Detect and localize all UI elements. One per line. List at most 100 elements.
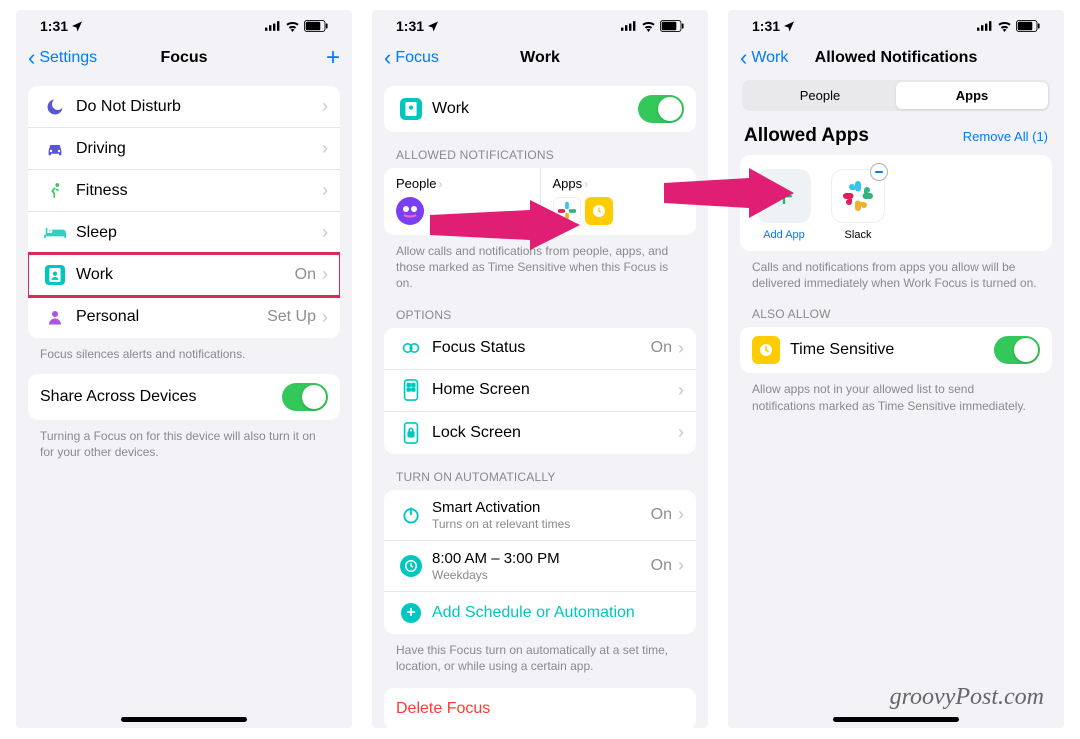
- location-icon: [427, 20, 439, 32]
- signal-icon: [621, 21, 637, 31]
- back-focus[interactable]: ‹ Focus: [384, 47, 439, 69]
- remove-all-button[interactable]: Remove All (1): [963, 129, 1048, 144]
- options-card: Focus Status On › Home Screen › Lock Scr…: [384, 328, 696, 454]
- screen-allowed-notifications: 1:31 ‹ Work Allowed Notifications People…: [728, 10, 1064, 728]
- delete-focus-button[interactable]: Delete Focus: [384, 688, 696, 728]
- status-bar: 1:31: [728, 10, 1064, 40]
- share-across-devices-row: Share Across Devices: [28, 374, 340, 420]
- page-title: Work: [520, 49, 560, 67]
- moon-icon: [40, 97, 70, 117]
- seg-apps[interactable]: Apps: [896, 82, 1048, 109]
- status-bar: 1:31: [372, 10, 708, 40]
- chevron-right-icon: ›: [322, 307, 328, 328]
- plus-circle-icon: +: [396, 603, 426, 623]
- home-screen-icon: [396, 379, 426, 401]
- focus-row-sleep[interactable]: Sleep ›: [28, 212, 340, 254]
- slack-icon: [553, 197, 581, 225]
- focus-row-dnd[interactable]: Do Not Disturb ›: [28, 86, 340, 128]
- badge-icon: [40, 265, 70, 285]
- share-toggle[interactable]: [282, 383, 328, 411]
- clock-time: 1:31: [752, 18, 780, 34]
- slack-tile[interactable]: Slack: [830, 169, 886, 241]
- battery-icon: [660, 20, 684, 32]
- auto-footnote: Have this Focus turn on automatically at…: [384, 634, 696, 674]
- allowed-footnote: Allow calls and notifications from peopl…: [384, 235, 696, 292]
- signal-icon: [265, 21, 281, 31]
- battery-icon: [1016, 20, 1040, 32]
- chevron-right-icon: ›: [322, 180, 328, 201]
- share-card: Share Across Devices: [28, 374, 340, 420]
- screen-focus-list: 1:31 ‹ Settings Focus + Do Not Disturb ›: [16, 10, 352, 728]
- car-icon: [40, 141, 70, 157]
- wifi-icon: [641, 21, 656, 32]
- home-screen-row[interactable]: Home Screen ›: [384, 370, 696, 412]
- automation-card: Smart Activation Turns on at relevant ti…: [384, 490, 696, 634]
- add-schedule-row[interactable]: + Add Schedule or Automation: [384, 592, 696, 634]
- focus-row-driving[interactable]: Driving ›: [28, 128, 340, 170]
- page-title: Focus: [160, 49, 207, 67]
- person-icon: [40, 307, 70, 327]
- nav-header: ‹ Settings Focus +: [16, 40, 352, 76]
- allowed-apps-title: Allowed Apps: [744, 125, 869, 147]
- apps-column[interactable]: Apps›: [541, 168, 697, 235]
- focus-row-work[interactable]: Work On ›: [28, 254, 340, 296]
- smart-activation-row[interactable]: Smart Activation Turns on at relevant ti…: [384, 490, 696, 541]
- ts-footnote: Allow apps not in your allowed list to s…: [740, 373, 1052, 413]
- options-header: OPTIONS: [384, 292, 696, 328]
- allowed-apps-card: + Add App: [740, 155, 1052, 251]
- nav-header: ‹ Focus Work: [372, 40, 708, 76]
- wifi-icon: [997, 21, 1012, 32]
- work-toggle[interactable]: [638, 95, 684, 123]
- people-column[interactable]: People›: [384, 168, 541, 235]
- chevron-right-icon: ›: [678, 338, 684, 359]
- schedule-time-row[interactable]: 8:00 AM – 3:00 PM Weekdays On ›: [384, 541, 696, 592]
- home-indicator[interactable]: [121, 717, 247, 722]
- location-icon: [783, 20, 795, 32]
- remove-app-badge[interactable]: [870, 163, 888, 181]
- focus-status-row[interactable]: Focus Status On ›: [384, 328, 696, 370]
- time-sensitive-card: Time Sensitive: [740, 327, 1052, 373]
- lock-screen-icon: [396, 422, 426, 444]
- chevron-right-icon: ›: [678, 380, 684, 401]
- bed-icon: [40, 226, 70, 240]
- running-icon: [40, 181, 70, 201]
- time-sensitive-row: Time Sensitive: [740, 327, 1052, 373]
- seg-people[interactable]: People: [744, 82, 896, 109]
- focus-list-card: Do Not Disturb › Driving › Fitness ›: [28, 86, 340, 338]
- chevron-right-icon: ›: [322, 264, 328, 285]
- screen-work-focus: 1:31 ‹ Focus Work Work: [372, 10, 708, 728]
- chevron-right-icon: ›: [322, 222, 328, 243]
- wifi-icon: [285, 21, 300, 32]
- allowed-notifications-card: People› Apps›: [384, 168, 696, 235]
- battery-icon: [304, 20, 328, 32]
- time-sensitive-toggle[interactable]: [994, 336, 1040, 364]
- back-work[interactable]: ‹ Work: [740, 47, 788, 69]
- back-settings[interactable]: ‹ Settings: [28, 47, 97, 69]
- home-indicator[interactable]: [833, 717, 959, 722]
- chevron-right-icon: ›: [678, 555, 684, 576]
- lock-screen-row[interactable]: Lock Screen ›: [384, 412, 696, 454]
- chevron-right-icon: ›: [322, 96, 328, 117]
- power-icon: [396, 505, 426, 525]
- chevron-left-icon: ‹: [384, 47, 391, 69]
- clock-time: 1:31: [40, 18, 68, 34]
- focus-row-fitness[interactable]: Fitness ›: [28, 170, 340, 212]
- work-toggle-row: Work: [384, 86, 696, 132]
- clock-app-icon: [585, 197, 613, 225]
- apps-footnote: Calls and notifications from apps you al…: [740, 251, 1052, 291]
- focus-footnote: Focus silences alerts and notifications.: [28, 338, 340, 362]
- status-bar: 1:31: [16, 10, 352, 40]
- add-app-tile[interactable]: + Add App: [756, 169, 812, 241]
- focus-row-personal[interactable]: Personal Set Up ›: [28, 296, 340, 338]
- chevron-right-icon: ›: [678, 504, 684, 525]
- add-focus-button[interactable]: +: [326, 44, 340, 72]
- segmented-control: People Apps: [742, 80, 1050, 111]
- focus-status-icon: [396, 338, 426, 358]
- clock-icon: [396, 555, 426, 577]
- page-title: Allowed Notifications: [815, 49, 978, 67]
- work-toggle-card: Work: [384, 86, 696, 132]
- clock-time: 1:31: [396, 18, 424, 34]
- chevron-right-icon: ›: [438, 177, 442, 191]
- badge-icon: [396, 98, 426, 120]
- chevron-left-icon: ‹: [28, 47, 35, 69]
